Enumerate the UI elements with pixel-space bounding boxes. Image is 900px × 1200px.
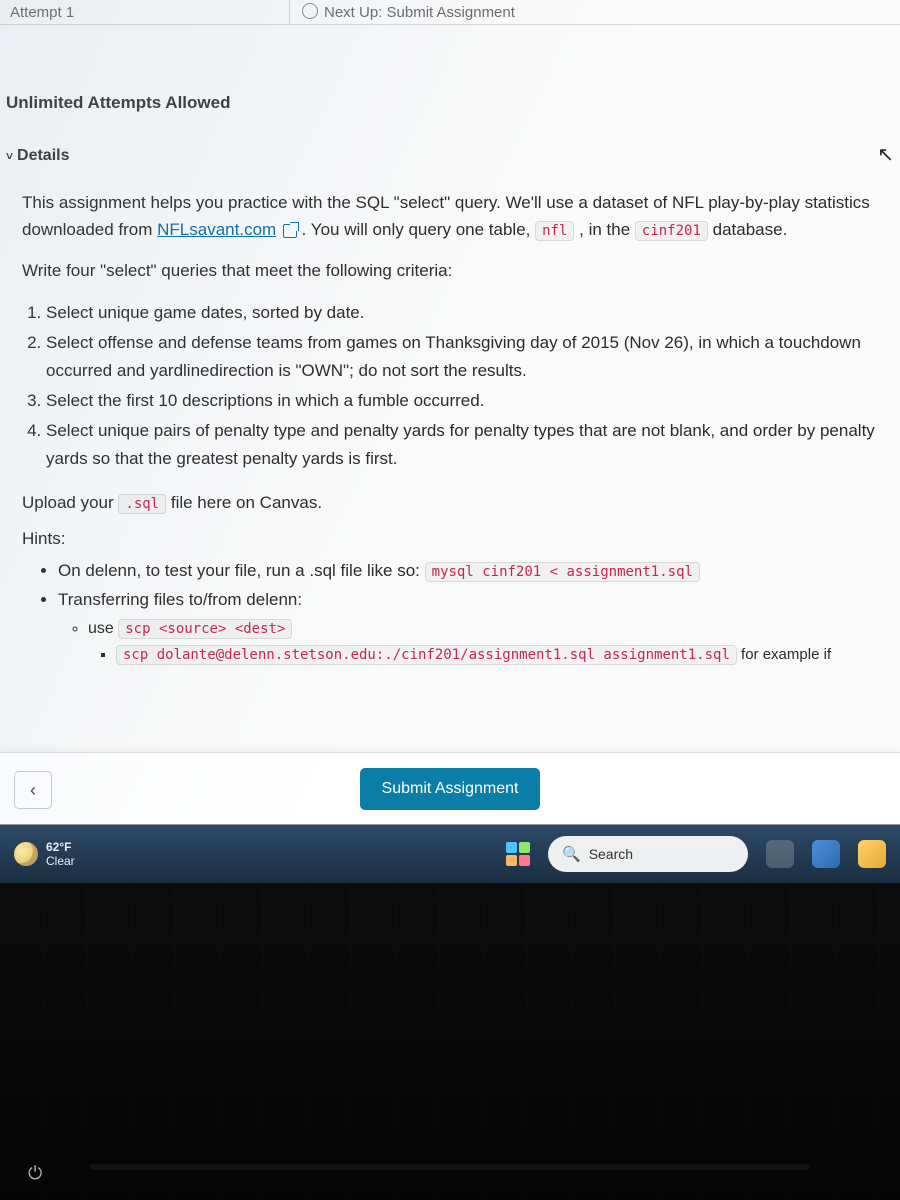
weather-condition: Clear (46, 854, 75, 868)
action-bar: ‹ Submit Assignment (0, 752, 900, 824)
hint-text: Transferring files to/from delenn: (58, 590, 302, 609)
intro-text-b: . You will only query one table, (302, 220, 535, 239)
search-icon: 🔍 (562, 845, 581, 863)
upload-text-a: Upload your (22, 493, 118, 512)
app-screen: Attempt 1 Next Up: Submit Assignment ↖ U… (0, 0, 900, 825)
hint-example-tail: for example if (741, 646, 831, 663)
write-queries-line: Write four "select" queries that meet th… (22, 257, 878, 284)
assignment-content: Unlimited Attempts Allowed ˅ Details Thi… (0, 25, 900, 668)
start-button[interactable] (506, 842, 530, 866)
hints-heading: Hints: (4, 519, 896, 557)
code-cinf201: cinf201 (635, 221, 708, 241)
weather-widget[interactable]: 62°F Clear (14, 840, 75, 869)
attempt-tab[interactable]: Attempt 1 (10, 0, 290, 24)
criteria-item: Select unique game dates, sorted by date… (46, 299, 878, 327)
details-label: Details (17, 147, 69, 165)
submit-assignment-button[interactable]: Submit Assignment (360, 768, 541, 810)
windows-taskbar: 62°F Clear 🔍 Search (0, 825, 900, 883)
intro-paragraph: This assignment helps you practice with … (22, 189, 878, 243)
next-up-label: Next Up: Submit Assignment (290, 0, 890, 24)
code-scp-example: scp dolante@delenn.stetson.edu:./cinf201… (116, 645, 737, 665)
search-placeholder: Search (589, 846, 633, 862)
code-nfl: nfl (535, 221, 574, 241)
chevron-left-icon: ‹ (30, 780, 36, 801)
hint-subitem: use scp <source> <dest> scp dolante@dele… (88, 615, 878, 668)
criteria-item: Select offense and defense teams from ga… (46, 329, 878, 385)
code-scp-usage: scp <source> <dest> (118, 619, 292, 639)
external-link-icon (283, 224, 297, 238)
file-explorer-icon[interactable] (858, 840, 886, 868)
back-button[interactable]: ‹ (14, 771, 52, 809)
hint-subsubitem: scp dolante@delenn.stetson.edu:./cinf201… (116, 642, 878, 668)
top-row: Attempt 1 Next Up: Submit Assignment (0, 0, 900, 25)
upload-text-b: file here on Canvas. (171, 493, 322, 512)
cursor-icon: ↖ (877, 142, 894, 167)
taskbar-app-icon[interactable] (766, 840, 794, 868)
chevron-down-icon: ˅ (6, 149, 13, 163)
hint-use-text: use (88, 620, 118, 637)
moon-icon (14, 842, 38, 866)
taskbar-search[interactable]: 🔍 Search (548, 836, 748, 872)
details-toggle[interactable]: ˅ Details (4, 125, 896, 175)
power-icon: ⏻ (28, 1163, 42, 1184)
weather-text: 62°F Clear (46, 840, 75, 869)
attempts-allowed-label: Unlimited Attempts Allowed (4, 45, 896, 125)
nflsavant-link[interactable]: NFLsavant.com (157, 220, 276, 239)
criteria-item: Select unique pairs of penalty type and … (46, 417, 878, 473)
criteria-item: Select the first 10 descriptions in whic… (46, 387, 878, 415)
criteria-list: Select unique game dates, sorted by date… (4, 299, 896, 473)
hints-list: On delenn, to test your file, run a .sql… (4, 557, 896, 668)
laptop-keyboard-area: ⏻ (0, 883, 900, 1200)
hint-item: Transferring files to/from delenn: use s… (58, 586, 878, 668)
upload-instruction: Upload your .sql file here on Canvas. (4, 487, 896, 519)
intro-text-c: , in the (579, 220, 635, 239)
hint-text: On delenn, to test your file, run a .sql… (58, 561, 425, 580)
status-circle-icon (302, 3, 318, 19)
hint-item: On delenn, to test your file, run a .sql… (58, 557, 878, 586)
intro-text-d: database. (713, 220, 788, 239)
weather-temp: 62°F (46, 840, 75, 854)
code-sql-ext: .sql (118, 494, 166, 514)
taskbar-app-icon[interactable] (812, 840, 840, 868)
code-mysql-run: mysql cinf201 < assignment1.sql (425, 562, 700, 582)
